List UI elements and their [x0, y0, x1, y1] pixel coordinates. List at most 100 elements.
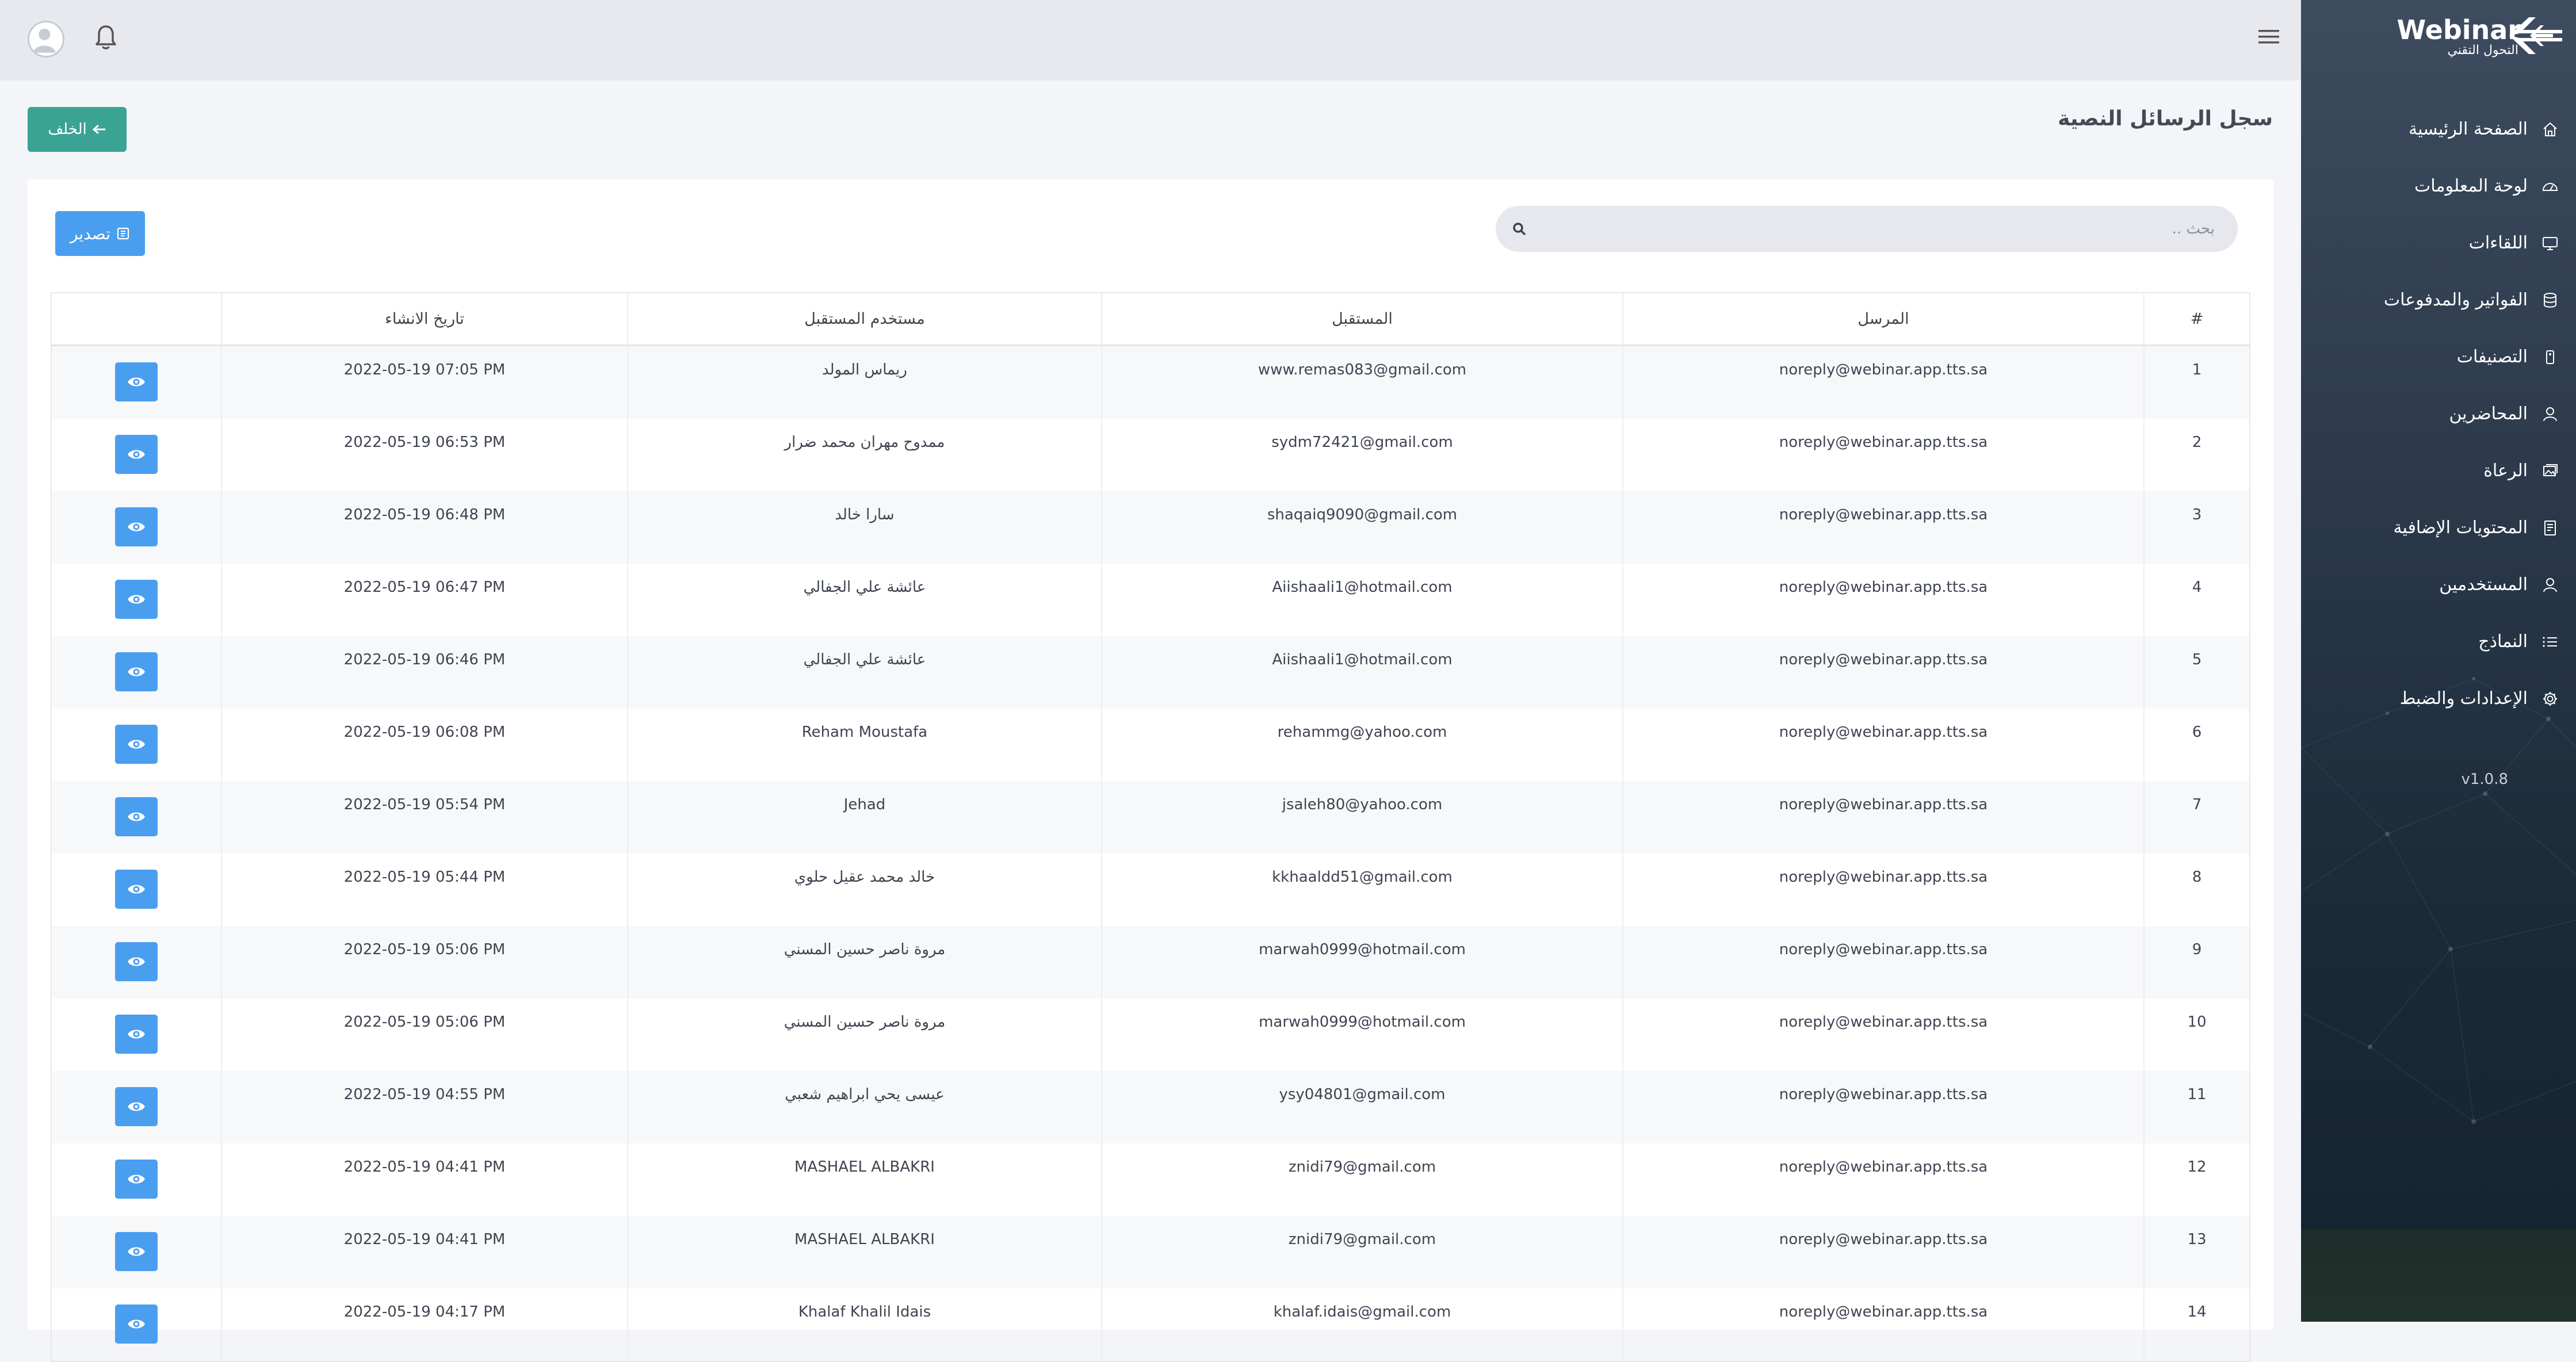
table-row: 13 noreply@webinar.app.tts.sa znidi79@gmai…: [52, 1216, 2249, 1288]
view-button[interactable]: [115, 1087, 158, 1126]
row-sender: noreply@webinar.app.tts.sa: [1622, 781, 2143, 854]
sidebar-item-dashboard[interactable]: لوحة المعلومات: [2301, 158, 2576, 215]
list-icon: [2541, 633, 2559, 651]
back-button[interactable]: الخلف: [28, 107, 127, 152]
eye-icon: [128, 667, 145, 676]
column-header-sender[interactable]: المرسل: [1622, 293, 2143, 345]
row-created-date: 2022-05-19 04:41 PM: [221, 1216, 627, 1288]
row-receiver: www.remas083@gmail.com: [1101, 346, 1622, 419]
sidebar-item-users[interactable]: المستخدمين: [2301, 556, 2576, 613]
table-header: # المرسل المستقبل مستخدم المستقبل تاريخ …: [52, 293, 2249, 346]
view-button[interactable]: [115, 1304, 158, 1344]
row-number: 14: [2143, 1288, 2249, 1361]
eye-icon: [128, 885, 145, 894]
row-receiver-user: خالد محمد عقيل حلوي: [627, 854, 1101, 926]
table-row: 4 noreply@webinar.app.tts.sa Aiishaali1@ho…: [52, 564, 2249, 636]
sidebar-item-label: لوحة المعلومات: [2414, 176, 2528, 196]
table-row: 1 noreply@webinar.app.tts.sa www.remas083@…: [52, 346, 2249, 419]
export-button[interactable]: تصدير: [55, 211, 145, 256]
row-receiver: Aiishaali1@hotmail.com: [1101, 564, 1622, 636]
view-button[interactable]: [115, 435, 158, 474]
row-actions: [52, 854, 221, 926]
brand-logo[interactable]: Webinar التحول التقني: [2348, 14, 2521, 60]
sidebar-item-settings[interactable]: الإعدادات والضبط: [2301, 670, 2576, 727]
row-actions: [52, 709, 221, 781]
row-created-date: 2022-05-19 06:46 PM: [221, 636, 627, 709]
view-button[interactable]: [115, 362, 158, 401]
row-receiver-user: عيسى يحي ابراهيم شعبي: [627, 1071, 1101, 1143]
column-header-receiver[interactable]: المستقبل: [1101, 293, 1622, 345]
row-created-date: 2022-05-19 04:41 PM: [221, 1143, 627, 1216]
view-button[interactable]: [115, 797, 158, 836]
column-header-number[interactable]: #: [2143, 293, 2249, 345]
sidebar-item-lecturers[interactable]: المحاضرين: [2301, 385, 2576, 442]
sidebar-item-categories[interactable]: التصنيفات: [2301, 328, 2576, 385]
sidebar-item-meetings[interactable]: اللقاءات: [2301, 215, 2576, 271]
search-icon[interactable]: [1512, 221, 1527, 236]
row-actions: [52, 1071, 221, 1143]
view-button[interactable]: [115, 942, 158, 981]
row-created-date: 2022-05-19 05:44 PM: [221, 854, 627, 926]
sidebar-item-additional-content[interactable]: المحتويات الإضافية: [2301, 499, 2576, 556]
row-actions: [52, 491, 221, 564]
sidebar-item-label: المحتويات الإضافية: [2393, 518, 2528, 538]
row-number: 1: [2143, 346, 2249, 419]
row-number: 10: [2143, 998, 2249, 1071]
table-row: 5 noreply@webinar.app.tts.sa Aiishaali1@ho…: [52, 636, 2249, 709]
view-button[interactable]: [115, 580, 158, 619]
row-sender: noreply@webinar.app.tts.sa: [1622, 636, 2143, 709]
table-row: 11 noreply@webinar.app.tts.sa ysy04801@gma…: [52, 1071, 2249, 1143]
back-button-label: الخلف: [48, 121, 87, 138]
column-header-created-date[interactable]: تاريخ الانشاء: [221, 293, 627, 345]
view-button[interactable]: [115, 507, 158, 546]
row-sender: noreply@webinar.app.tts.sa: [1622, 564, 2143, 636]
sidebar-item-label: النماذج: [2478, 632, 2528, 652]
row-actions: [52, 1216, 221, 1288]
home-icon: [2541, 121, 2559, 138]
brand-arrow-icon: [2509, 17, 2562, 54]
sidebar-nav: الصفحة الرئيسية لوحة المعلومات اللقاءات …: [2301, 101, 2576, 727]
row-receiver: znidi79@gmail.com: [1101, 1216, 1622, 1288]
avatar[interactable]: [28, 21, 64, 58]
column-header-actions: [52, 293, 221, 345]
view-button[interactable]: [115, 1160, 158, 1199]
export-button-label: تصدير: [70, 224, 110, 243]
eye-icon: [128, 595, 145, 604]
topbar: [0, 0, 2301, 81]
sidebar-item-label: اللقاءات: [2468, 233, 2528, 253]
eye-icon: [128, 957, 145, 966]
row-sender: noreply@webinar.app.tts.sa: [1622, 1216, 2143, 1288]
view-button[interactable]: [115, 1232, 158, 1271]
hamburger-menu-icon[interactable]: [2256, 25, 2281, 48]
column-header-receiver-user[interactable]: مستخدم المستقبل: [627, 293, 1101, 345]
row-receiver: znidi79@gmail.com: [1101, 1143, 1622, 1216]
bell-icon[interactable]: [94, 24, 117, 51]
sidebar-item-label: التصنيفات: [2456, 347, 2528, 367]
row-actions: [52, 564, 221, 636]
search-input[interactable]: [1527, 206, 2238, 252]
row-receiver-user: Reham Moustafa: [627, 709, 1101, 781]
row-created-date: 2022-05-19 04:55 PM: [221, 1071, 627, 1143]
row-receiver: sydm72421@gmail.com: [1101, 419, 1622, 491]
row-receiver-user: Khalaf Khalil Idais: [627, 1288, 1101, 1361]
row-receiver-user: MASHAEL ALBAKRI: [627, 1216, 1101, 1288]
eye-icon: [128, 522, 145, 531]
view-button[interactable]: [115, 725, 158, 764]
eye-icon: [128, 450, 145, 459]
row-receiver-user: Jehad: [627, 781, 1101, 854]
sidebar-item-sponsors[interactable]: الرعاة: [2301, 442, 2576, 499]
monitor-icon: [2541, 235, 2559, 252]
sidebar-item-forms[interactable]: النماذج: [2301, 613, 2576, 670]
view-button[interactable]: [115, 652, 158, 691]
row-sender: noreply@webinar.app.tts.sa: [1622, 419, 2143, 491]
row-receiver-user: عائشة علي الجفالي: [627, 636, 1101, 709]
sidebar: Webinar التحول التقني الصفحة الرئيسية لو…: [2301, 0, 2576, 1322]
view-button[interactable]: [115, 870, 158, 909]
row-number: 9: [2143, 926, 2249, 998]
sidebar-item-invoices[interactable]: الفواتير والمدفوعات: [2301, 271, 2576, 328]
sidebar-item-home[interactable]: الصفحة الرئيسية: [2301, 101, 2576, 158]
messages-table: # المرسل المستقبل مستخدم المستقبل تاريخ …: [51, 292, 2250, 1362]
page-title: سجل الرسائل النصية: [2058, 107, 2273, 131]
table-row: 3 noreply@webinar.app.tts.sa shaqaiq9090@g…: [52, 491, 2249, 564]
view-button[interactable]: [115, 1015, 158, 1054]
